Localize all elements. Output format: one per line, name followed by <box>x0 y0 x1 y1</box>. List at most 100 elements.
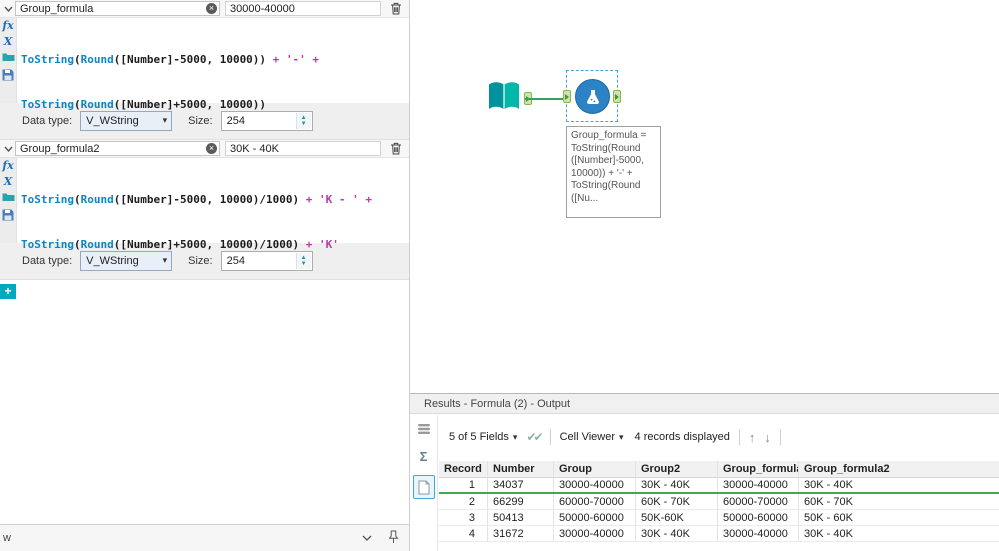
table-cell[interactable]: 50000-60000 <box>554 510 636 525</box>
expression-area-2: fx X ToString(Round([Number]-5000, 10000… <box>0 158 409 251</box>
insert-variable-icon[interactable]: X <box>4 36 13 48</box>
insert-variable-icon[interactable]: X <box>4 176 13 188</box>
table-cell[interactable]: 60000-70000 <box>554 494 636 509</box>
expression-gutter: fx X <box>0 18 17 103</box>
chevron-down-icon[interactable] <box>362 532 372 544</box>
collapse-chevron-icon[interactable] <box>2 6 15 12</box>
output-column-input[interactable]: Group_formula2 × <box>15 141 220 156</box>
metadata-view-icon[interactable] <box>417 423 431 438</box>
data-type-value: V_WString <box>86 255 139 267</box>
data-type-dropdown[interactable]: V_WString ▾ <box>80 111 173 131</box>
formula-header-1: Group_formula × 30000-40000 <box>0 0 409 18</box>
tool-annotation[interactable]: Group_formula = ToString(Round ([Number]… <box>566 126 661 218</box>
table-row[interactable]: 1 34037 30000-40000 30K - 40K 30000-40000 30K… <box>439 478 999 494</box>
table-cell[interactable]: 60K - 70K <box>799 494 999 509</box>
data-view-icon[interactable] <box>412 475 435 499</box>
expression-token: ToString <box>21 193 74 206</box>
table-cell[interactable]: 50K-60K <box>636 510 718 525</box>
input-data-tool[interactable] <box>486 80 532 118</box>
column-header-group_formula2[interactable]: Group_formula2 <box>799 461 999 477</box>
insert-function-icon[interactable]: fx <box>2 160 13 172</box>
output-anchor[interactable] <box>613 90 621 103</box>
table-cell[interactable]: 30K - 40K <box>636 526 718 541</box>
table-cell[interactable]: 50000-60000 <box>718 510 799 525</box>
table-cell[interactable]: 30000-40000 <box>554 526 636 541</box>
results-title-bar[interactable]: Results - Formula (2) - Output <box>410 394 999 414</box>
expression-line: ToString(Round([Number]-5000, 10000)) + … <box>21 52 409 67</box>
cell-viewer-dropdown[interactable]: Cell Viewer ▾ <box>560 431 624 443</box>
formula-preview-value: 30000-40000 <box>225 1 381 16</box>
delete-formula-button[interactable] <box>388 2 404 15</box>
save-expression-icon[interactable] <box>2 69 14 84</box>
table-cell[interactable]: 30000-40000 <box>718 478 799 492</box>
output-column-input[interactable]: Group_formula × <box>15 1 220 16</box>
table-cell[interactable]: 60000-70000 <box>718 494 799 509</box>
table-row[interactable]: 2 66299 60000-70000 60K - 70K 60000-70000 60K… <box>439 494 999 510</box>
spin-down-icon[interactable]: ▼ <box>301 121 307 127</box>
table-cell[interactable]: 30000-40000 <box>554 478 636 492</box>
column-header-group_formula[interactable]: Group_formula <box>718 461 799 477</box>
up-arrow-icon[interactable]: ↑ <box>749 430 756 445</box>
output-column-name: Group_formula2 <box>20 142 100 155</box>
table-header-row: Record Number Group Group2 Group_formula Grou… <box>439 461 999 478</box>
expression-line: ToString(Round([Number]-5000, 10000)/100… <box>21 192 409 207</box>
toolbar-separator <box>549 429 551 445</box>
table-cell[interactable]: 50K - 60K <box>799 510 999 525</box>
cell-viewer-label: Cell Viewer <box>559 431 615 443</box>
data-type-dropdown[interactable]: V_WString ▾ <box>80 251 173 271</box>
add-formula-button[interactable]: + <box>0 284 16 299</box>
column-header-record[interactable]: Record <box>439 461 488 477</box>
connection-wire[interactable] <box>525 98 567 100</box>
workflow-canvas[interactable]: Group_formula = ToString(Round ([Number]… <box>410 0 999 393</box>
collapse-chevron-icon[interactable] <box>2 146 15 152</box>
table-cell[interactable]: 60K - 70K <box>636 494 718 509</box>
insert-function-icon[interactable]: fx <box>2 20 13 32</box>
fields-dropdown[interactable]: 5 of 5 Fields ▾ <box>449 431 517 443</box>
table-cell[interactable]: 30K - 40K <box>799 478 999 492</box>
table-row[interactable]: 3 50413 50000-60000 50K-60K 50000-60000 50K -… <box>439 510 999 526</box>
table-row[interactable]: 4 31672 30000-40000 30K - 40K 30000-40000 30K… <box>439 526 999 542</box>
expression-token: ( <box>73 53 81 66</box>
table-cell[interactable]: 31672 <box>488 526 554 541</box>
table-cell[interactable]: 4 <box>439 526 488 541</box>
expression-token: 'K' <box>319 238 339 251</box>
table-cell[interactable]: 30000-40000 <box>718 526 799 541</box>
panel-label: w <box>3 532 11 544</box>
spin-down-icon[interactable]: ▼ <box>301 261 307 267</box>
table-cell[interactable]: 3 <box>439 510 488 525</box>
table-cell[interactable]: 34037 <box>488 478 554 492</box>
column-header-group2[interactable]: Group2 <box>636 461 718 477</box>
profile-view-icon[interactable]: Σ <box>420 449 428 464</box>
clear-icon[interactable]: × <box>206 143 217 154</box>
column-header-number[interactable]: Number <box>488 461 554 477</box>
down-arrow-icon[interactable]: ↓ <box>764 430 771 445</box>
expression-token: + <box>299 238 320 251</box>
pin-icon[interactable] <box>388 530 399 547</box>
delete-formula-button[interactable] <box>388 142 404 155</box>
table-cell[interactable]: 66299 <box>488 494 554 509</box>
input-anchor[interactable] <box>563 90 571 103</box>
expression-token: + <box>299 193 320 206</box>
open-expression-icon[interactable] <box>2 52 15 65</box>
results-table: Record Number Group Group2 Group_formula Grou… <box>439 461 999 551</box>
formula-tool-selected[interactable] <box>563 70 621 122</box>
output-column-name: Group_formula <box>20 2 94 15</box>
expression-token: Round <box>80 193 114 206</box>
apply-check-icon[interactable]: ✔✔ <box>526 430 543 444</box>
expression-token: 'K - ' <box>319 193 359 206</box>
table-cell[interactable]: 1 <box>439 478 488 492</box>
table-body: 1 34037 30000-40000 30K - 40K 30000-40000 30K… <box>439 478 999 542</box>
table-cell[interactable]: 2 <box>439 494 488 509</box>
table-cell[interactable]: 30K - 40K <box>799 526 999 541</box>
save-expression-icon[interactable] <box>2 209 14 224</box>
table-cell[interactable]: 50413 <box>488 510 554 525</box>
size-input[interactable]: 254 ▲ ▼ <box>220 251 313 271</box>
column-header-group[interactable]: Group <box>554 461 636 477</box>
results-panel: Results - Formula (2) - Output Σ 5 of 5 … <box>410 393 999 551</box>
table-cell[interactable]: 30K - 40K <box>636 478 718 492</box>
expression-token: Round <box>80 98 114 111</box>
open-expression-icon[interactable] <box>2 192 15 205</box>
clear-icon[interactable]: × <box>206 3 217 14</box>
toolbar-separator <box>779 429 781 445</box>
size-input[interactable]: 254 ▲ ▼ <box>220 111 313 131</box>
